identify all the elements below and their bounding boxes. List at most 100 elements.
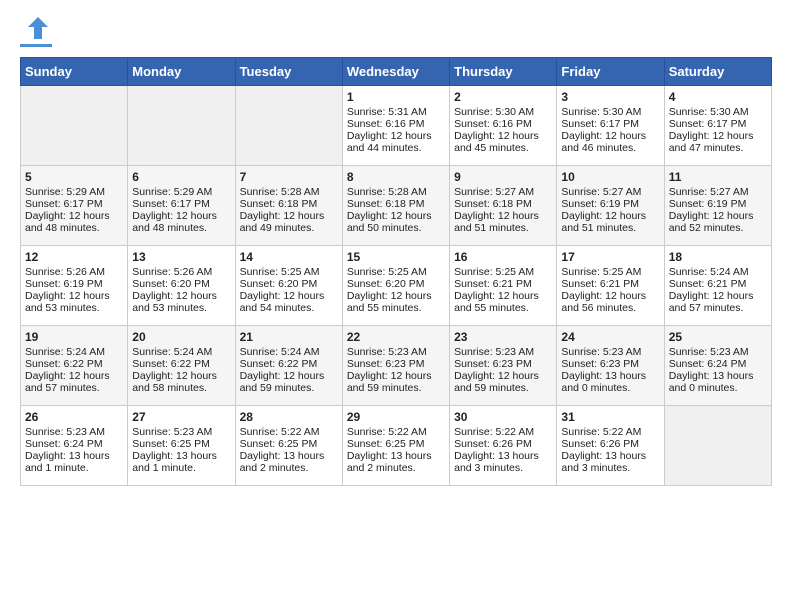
calendar-cell: 14Sunrise: 5:25 AMSunset: 6:20 PMDayligh… [235, 246, 342, 326]
sunset-text: Sunset: 6:25 PM [132, 438, 230, 450]
calendar-cell: 26Sunrise: 5:23 AMSunset: 6:24 PMDayligh… [21, 406, 128, 486]
day-number: 29 [347, 410, 445, 424]
calendar-week-row: 1Sunrise: 5:31 AMSunset: 6:16 PMDaylight… [21, 86, 772, 166]
calendar-cell: 4Sunrise: 5:30 AMSunset: 6:17 PMDaylight… [664, 86, 771, 166]
header-row: SundayMondayTuesdayWednesdayThursdayFrid… [21, 58, 772, 86]
sunset-text: Sunset: 6:20 PM [132, 278, 230, 290]
calendar-cell: 17Sunrise: 5:25 AMSunset: 6:21 PMDayligh… [557, 246, 664, 326]
header-cell: Thursday [450, 58, 557, 86]
sunrise-text: Sunrise: 5:29 AM [132, 186, 230, 198]
daylight-text: Daylight: 12 hours and 57 minutes. [669, 290, 767, 314]
calendar-cell: 24Sunrise: 5:23 AMSunset: 6:23 PMDayligh… [557, 326, 664, 406]
sunrise-text: Sunrise: 5:25 AM [561, 266, 659, 278]
sunset-text: Sunset: 6:21 PM [454, 278, 552, 290]
day-number: 6 [132, 170, 230, 184]
calendar-cell [128, 86, 235, 166]
sunset-text: Sunset: 6:17 PM [561, 118, 659, 130]
daylight-text: Daylight: 12 hours and 48 minutes. [132, 210, 230, 234]
sunrise-text: Sunrise: 5:25 AM [454, 266, 552, 278]
sunrise-text: Sunrise: 5:28 AM [347, 186, 445, 198]
daylight-text: Daylight: 13 hours and 1 minute. [132, 450, 230, 474]
sunset-text: Sunset: 6:20 PM [240, 278, 338, 290]
sunrise-text: Sunrise: 5:27 AM [454, 186, 552, 198]
sunset-text: Sunset: 6:23 PM [454, 358, 552, 370]
day-number: 3 [561, 90, 659, 104]
daylight-text: Daylight: 12 hours and 55 minutes. [347, 290, 445, 314]
sunrise-text: Sunrise: 5:29 AM [25, 186, 123, 198]
sunrise-text: Sunrise: 5:25 AM [347, 266, 445, 278]
day-number: 17 [561, 250, 659, 264]
day-number: 15 [347, 250, 445, 264]
sunrise-text: Sunrise: 5:26 AM [25, 266, 123, 278]
day-number: 12 [25, 250, 123, 264]
header-cell: Sunday [21, 58, 128, 86]
day-number: 26 [25, 410, 123, 424]
day-number: 9 [454, 170, 552, 184]
sunset-text: Sunset: 6:16 PM [454, 118, 552, 130]
daylight-text: Daylight: 12 hours and 53 minutes. [25, 290, 123, 314]
calendar-cell: 30Sunrise: 5:22 AMSunset: 6:26 PMDayligh… [450, 406, 557, 486]
day-number: 19 [25, 330, 123, 344]
day-number: 31 [561, 410, 659, 424]
calendar-cell: 12 Sunrise: 5:26 AMSunset: 6:19 PMDayligh… [21, 246, 128, 326]
daylight-text: Daylight: 12 hours and 52 minutes. [669, 210, 767, 234]
calendar-cell: 10Sunrise: 5:27 AMSunset: 6:19 PMDayligh… [557, 166, 664, 246]
calendar-cell: 23Sunrise: 5:23 AMSunset: 6:23 PMDayligh… [450, 326, 557, 406]
sunset-text: Sunset: 6:22 PM [132, 358, 230, 370]
sunset-text: Sunset: 6:16 PM [347, 118, 445, 130]
daylight-text: Daylight: 12 hours and 49 minutes. [240, 210, 338, 234]
daylight-text: Daylight: 13 hours and 1 minute. [25, 450, 123, 474]
day-number: 8 [347, 170, 445, 184]
logo-underline [20, 44, 52, 47]
sunset-text: Sunset: 6:23 PM [347, 358, 445, 370]
calendar-cell: 25Sunrise: 5:23 AMSunset: 6:24 PMDayligh… [664, 326, 771, 406]
calendar-cell: 13Sunrise: 5:26 AMSunset: 6:20 PMDayligh… [128, 246, 235, 326]
sunrise-text: Sunrise: 5:24 AM [132, 346, 230, 358]
sunset-text: Sunset: 6:17 PM [25, 198, 123, 210]
sunset-text: Sunset: 6:19 PM [561, 198, 659, 210]
daylight-text: Daylight: 13 hours and 2 minutes. [347, 450, 445, 474]
day-number: 20 [132, 330, 230, 344]
calendar-week-row: 5Sunrise: 5:29 AMSunset: 6:17 PMDaylight… [21, 166, 772, 246]
calendar-cell: 3Sunrise: 5:30 AMSunset: 6:17 PMDaylight… [557, 86, 664, 166]
page-header [20, 20, 772, 47]
calendar-week-row: 26Sunrise: 5:23 AMSunset: 6:24 PMDayligh… [21, 406, 772, 486]
sunset-text: Sunset: 6:24 PM [25, 438, 123, 450]
sunrise-text: Sunrise: 5:22 AM [561, 426, 659, 438]
sunrise-text: Sunrise: 5:27 AM [669, 186, 767, 198]
daylight-text: Daylight: 12 hours and 51 minutes. [454, 210, 552, 234]
day-number: 21 [240, 330, 338, 344]
sunrise-text: Sunrise: 5:24 AM [669, 266, 767, 278]
sunrise-text: Sunrise: 5:23 AM [454, 346, 552, 358]
day-number: 24 [561, 330, 659, 344]
day-number: 18 [669, 250, 767, 264]
sunset-text: Sunset: 6:26 PM [561, 438, 659, 450]
sunrise-text: Sunrise: 5:24 AM [25, 346, 123, 358]
calendar-cell: 11Sunrise: 5:27 AMSunset: 6:19 PMDayligh… [664, 166, 771, 246]
daylight-text: Daylight: 12 hours and 59 minutes. [347, 370, 445, 394]
calendar-cell [235, 86, 342, 166]
header-cell: Monday [128, 58, 235, 86]
sunset-text: Sunset: 6:22 PM [240, 358, 338, 370]
sunset-text: Sunset: 6:25 PM [240, 438, 338, 450]
calendar-cell: 18Sunrise: 5:24 AMSunset: 6:21 PMDayligh… [664, 246, 771, 326]
calendar-cell: 8Sunrise: 5:28 AMSunset: 6:18 PMDaylight… [342, 166, 449, 246]
sunrise-text: Sunrise: 5:24 AM [240, 346, 338, 358]
day-number: 7 [240, 170, 338, 184]
daylight-text: Daylight: 12 hours and 50 minutes. [347, 210, 445, 234]
calendar-cell: 7Sunrise: 5:28 AMSunset: 6:18 PMDaylight… [235, 166, 342, 246]
calendar-cell: 1Sunrise: 5:31 AMSunset: 6:16 PMDaylight… [342, 86, 449, 166]
day-number: 23 [454, 330, 552, 344]
sunset-text: Sunset: 6:20 PM [347, 278, 445, 290]
sunset-text: Sunset: 6:19 PM [25, 278, 123, 290]
daylight-text: Daylight: 12 hours and 48 minutes. [25, 210, 123, 234]
day-number: 22 [347, 330, 445, 344]
calendar-cell: 5Sunrise: 5:29 AMSunset: 6:17 PMDaylight… [21, 166, 128, 246]
daylight-text: Daylight: 12 hours and 47 minutes. [669, 130, 767, 154]
day-number: 1 [347, 90, 445, 104]
calendar-cell: 29Sunrise: 5:22 AMSunset: 6:25 PMDayligh… [342, 406, 449, 486]
calendar-week-row: 19Sunrise: 5:24 AMSunset: 6:22 PMDayligh… [21, 326, 772, 406]
sunrise-text: Sunrise: 5:22 AM [454, 426, 552, 438]
day-number: 11 [669, 170, 767, 184]
sunset-text: Sunset: 6:23 PM [561, 358, 659, 370]
